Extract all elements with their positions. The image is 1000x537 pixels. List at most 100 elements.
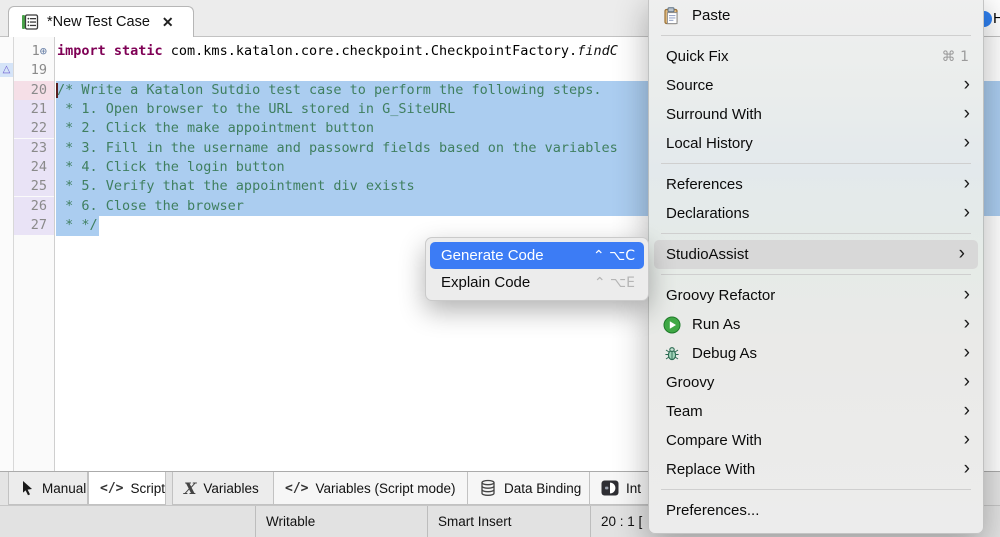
line-number: 24 [14,158,54,177]
menu-item-run-as[interactable]: Run As› [649,310,983,339]
line-number: 20 [14,81,54,100]
chevron-right-icon: › [964,313,970,335]
status-cell-empty [0,506,255,537]
menu-item-label: StudioAssist [666,246,749,263]
menu-item-label: Replace With [666,461,755,478]
submenu-item-label: Generate Code [441,247,544,264]
text-caret [56,83,58,98]
menu-item-label: Team [666,403,703,420]
collapsed-region-marker-icon[interactable]: △ [0,63,13,77]
code-line-text: * 4. Click the login button [57,158,285,177]
view-tab-label: Variables (Script mode) [315,481,455,496]
menu-item-groovy[interactable]: Groovy› [649,368,983,397]
code-line-text: * 5. Verify that the appointment div exi… [57,177,415,196]
chevron-right-icon: › [964,400,970,422]
cursor-icon [20,480,35,496]
view-tab-variables-script-mode[interactable]: </> Variables (Script mode) [274,472,468,505]
view-tab-script[interactable]: </>Script [88,472,166,505]
menu-item-references[interactable]: References › [649,170,983,199]
menu-item-debug-as[interactable]: Debug As› [649,339,983,368]
tab-close-icon[interactable]: ✕ [162,14,174,31]
menu-item-label: Surround With [666,106,762,123]
menu-item-compare-with[interactable]: Compare With › [649,426,983,455]
code-line-text: import static com.kms.katalon.core.check… [57,42,618,61]
avatar-badge-label: H [993,10,1000,27]
code-line-text: * 6. Close the browser [57,197,244,216]
menu-item-shortcut: ⌘ 1 [942,49,969,65]
menu-item-replace-with[interactable]: Replace With › [649,455,983,484]
menu-separator [661,233,971,234]
submenu-item-shortcut: ⌃ ⌥C [593,248,635,264]
view-tab-variables[interactable]: X Variables [172,472,274,505]
menu-item-local-history[interactable]: Local History› [649,129,983,158]
menu-item-label: Source [666,77,714,94]
editor-tab-new-test-case[interactable]: *New Test Case ✕ [8,6,194,37]
chevron-right-icon: › [964,458,970,480]
menu-separator [661,35,971,36]
submenu-item-label: Explain Code [441,274,530,291]
menu-item-declarations[interactable]: Declarations › [649,199,983,228]
menu-separator [661,274,971,275]
status-cell-smart-insert: Smart Insert [427,506,590,537]
test-case-icon [21,13,39,31]
code-line-text: * 1. Open browser to the URL stored in G… [57,100,455,119]
menu-item-label: Compare With [666,432,762,449]
menu-item-paste[interactable]: Paste [649,1,983,30]
line-number: 22 [14,119,54,138]
chevron-right-icon: › [964,202,970,224]
database-icon [479,479,497,497]
code-line-text: /* Write a Katalon Sutdio test case to p… [57,81,602,100]
menu-separator [661,489,971,490]
line-number: 23 [14,139,54,158]
fold-expand-icon[interactable]: ⊕ [40,44,47,58]
tab-title: *New Test Case [47,14,150,30]
studioassist-submenu: Generate Code ⌃ ⌥C Explain Code⌃ ⌥E [425,237,649,301]
chevron-right-icon: › [964,74,970,96]
code-icon: </> [285,481,308,496]
chevron-right-icon: › [964,103,970,125]
code-line-text: * 2. Click the make appointment button [57,119,374,138]
menu-item-label: Quick Fix [666,48,729,65]
menu-item-groovy-refactor[interactable]: Groovy Refactor › [649,281,983,310]
integration-icon [601,480,619,496]
chevron-right-icon: › [964,173,970,195]
menu-item-quick-fix[interactable]: Quick Fix ⌘ 1 [649,42,983,71]
view-tab-manual[interactable]: Manual [8,472,88,505]
chevron-right-icon: › [964,429,970,451]
menu-item-label: Local History [666,135,753,152]
line-number: 26 [14,197,54,216]
submenu-item-generate-code[interactable]: Generate Code ⌃ ⌥C [430,242,644,269]
chevron-right-icon: › [964,342,970,364]
menu-item-surround-with[interactable]: Surround With › [649,100,983,129]
run-icon [663,316,681,334]
menu-item-preferences[interactable]: Preferences... [649,496,983,525]
paste-icon [663,7,680,25]
menu-separator [661,163,971,164]
variable-x-icon: X [184,479,196,498]
view-tab-label: Manual [42,481,86,496]
menu-item-label: References [666,176,743,193]
view-tab-label: Script [130,481,165,496]
submenu-item-explain-code[interactable]: Explain Code⌃ ⌥E [430,269,644,296]
line-number: 19 [14,61,54,80]
menu-item-studioassist[interactable]: StudioAssist › [654,240,978,269]
menu-item-label: Declarations [666,205,749,222]
debug-icon [663,345,681,363]
menu-item-source[interactable]: Source › [649,71,983,100]
status-cell-writable: Writable [255,506,427,537]
view-tab-label: Int [626,481,641,496]
code-line-text: * */ [57,216,98,235]
katalon-studio-window: *New Test Case ✕ 1⊕import static com.kms… [0,0,1000,537]
menu-item-label: Groovy Refactor [666,287,775,304]
code-line-text: * 3. Fill in the username and passowrd f… [57,139,618,158]
view-tab-data-binding[interactable]: Data Binding [468,472,590,505]
line-number: 27 [14,216,54,235]
menu-item-label: Groovy [666,374,714,391]
menu-item-label: Paste [692,7,730,24]
line-number: 1⊕ [14,42,54,61]
view-tab-label: Variables [203,481,258,496]
chevron-right-icon: › [959,243,965,265]
line-number: 21 [14,100,54,119]
chevron-right-icon: › [964,284,970,306]
menu-item-team[interactable]: Team › [649,397,983,426]
